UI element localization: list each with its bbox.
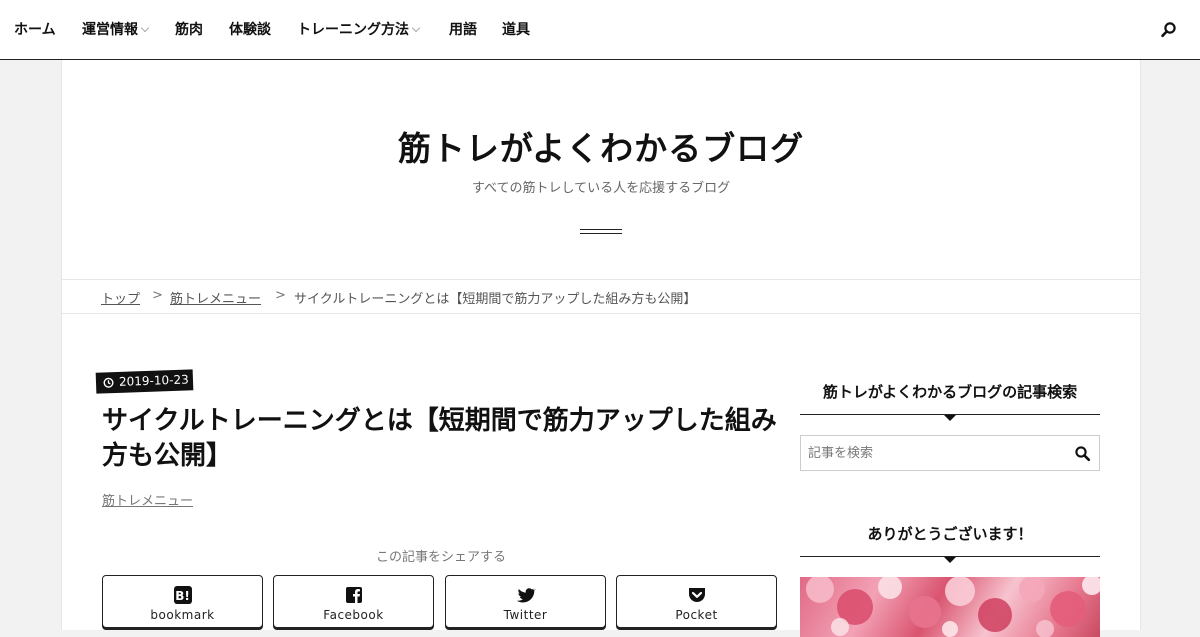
nav-item-label: 筋肉 <box>175 22 203 38</box>
post-category-link[interactable]: 筋トレメニュー <box>102 490 193 509</box>
flower-photo <box>800 577 1100 637</box>
breadcrumb-item-category[interactable]: 筋トレメニュー <box>170 288 261 307</box>
pocket-icon <box>617 585 776 605</box>
site-title[interactable]: 筋トレがよくわかるブログ <box>62 122 1140 170</box>
share-button-facebook[interactable]: Facebook <box>273 575 434 628</box>
nav-item-label: ホーム <box>14 22 56 38</box>
share-button-label: Twitter <box>503 608 548 622</box>
nav-item-muscles[interactable]: 筋肉 <box>175 20 203 40</box>
share-button-hatena-bookmark[interactable]: B! bookmark <box>102 575 263 628</box>
nav-item-label: 用語 <box>449 22 477 38</box>
title-divider <box>580 229 622 234</box>
nav-item-training-methods[interactable]: トレーニング方法 <box>297 20 421 40</box>
nav-item-glossary[interactable]: 用語 <box>449 20 477 40</box>
top-navigation: ホーム 運営情報 筋肉 体験談 トレーニング方法 用語 道具 <box>0 0 1200 60</box>
post-date: 2019-10-23 <box>118 372 189 389</box>
search-submit-icon[interactable] <box>1074 445 1091 462</box>
nav-item-equipment[interactable]: 道具 <box>502 20 530 40</box>
svg-text:B!: B! <box>175 589 190 603</box>
search-icon[interactable] <box>1160 21 1178 39</box>
breadcrumb-separator: > <box>275 288 286 303</box>
share-button-label: Facebook <box>323 608 384 622</box>
sidebar-search-form <box>800 435 1100 471</box>
nav-item-operation-info[interactable]: 運営情報 <box>82 20 150 40</box>
twitter-icon <box>446 585 605 605</box>
share-button-twitter[interactable]: Twitter <box>445 575 606 628</box>
facebook-icon <box>274 585 433 605</box>
triangle-down-icon <box>944 557 956 563</box>
share-label: この記事をシェアする <box>375 550 506 565</box>
chevron-down-icon <box>411 23 421 33</box>
post-date-badge: 2019-10-23 <box>95 369 194 394</box>
clock-icon <box>103 377 114 388</box>
site-description: すべての筋トレしている人を応援するブログ <box>471 181 731 196</box>
sidebar-search-input[interactable] <box>801 436 1061 470</box>
main-content-card: 筋トレがよくわかるブログ すべての筋トレしている人を応援するブログ トップ > … <box>61 60 1141 637</box>
chevron-down-icon <box>140 23 150 33</box>
breadcrumb-separator: > <box>152 288 163 303</box>
share-button-label: Pocket <box>675 608 718 622</box>
thanks-widget-title: ありがとうございます！ <box>867 525 1033 543</box>
share-button-pocket[interactable]: Pocket <box>616 575 777 628</box>
search-widget-title: 筋トレがよくわかるブログの記事検索 <box>822 383 1078 401</box>
nav-item-experiences[interactable]: 体験談 <box>229 20 271 40</box>
triangle-down-icon <box>944 415 956 421</box>
nav-item-home[interactable]: ホーム <box>14 20 56 40</box>
breadcrumb: トップ > 筋トレメニュー > サイクルトレーニングとは【短期間で筋力アップした… <box>62 279 1140 314</box>
nav-item-label: 運営情報 <box>82 22 138 38</box>
breadcrumb-item-top[interactable]: トップ <box>101 288 140 307</box>
share-button-label: bookmark <box>150 608 215 622</box>
nav-item-label: 道具 <box>502 22 530 38</box>
nav-item-label: トレーニング方法 <box>297 22 409 38</box>
post-title: サイクルトレーニングとは【短期間で筋力アップした組み方も公開】 <box>102 406 777 471</box>
breadcrumb-item-current: サイクルトレーニングとは【短期間で筋力アップした組み方も公開】 <box>294 292 697 307</box>
hatena-bookmark-icon: B! <box>103 585 262 605</box>
nav-item-label: 体験談 <box>229 22 271 38</box>
